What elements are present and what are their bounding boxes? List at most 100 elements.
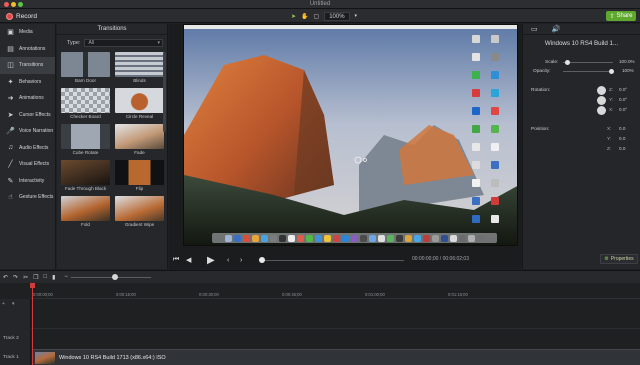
desktop-file-icon[interactable]	[472, 143, 480, 151]
desktop-file-icon[interactable]	[491, 53, 499, 61]
dock-app-icon[interactable]	[279, 234, 286, 242]
undo-icon[interactable]: ↶	[3, 274, 8, 281]
zoom-level-select[interactable]: 100%	[324, 11, 350, 21]
dock-app-icon[interactable]	[369, 234, 376, 242]
transition-checker-board[interactable]: Checker Board	[61, 88, 110, 119]
dock-app-icon[interactable]	[342, 234, 349, 242]
dock-app-icon[interactable]	[378, 234, 385, 242]
position-x-value[interactable]: 0.0	[619, 126, 625, 131]
timeline-zoom-slider[interactable]	[71, 277, 151, 278]
dock-app-icon[interactable]	[270, 234, 277, 242]
redo-icon[interactable]: ↷	[13, 274, 18, 281]
desktop-app-icon[interactable]	[472, 107, 480, 115]
dock-app-icon[interactable]	[459, 234, 466, 242]
desktop-file-icon[interactable]	[491, 35, 499, 43]
step-back-icon[interactable]: ⏮	[173, 255, 179, 265]
transition-blinds[interactable]: Blinds	[115, 52, 164, 83]
rotation-z-value[interactable]: 0.0°	[619, 87, 627, 92]
time-ruler[interactable]: 0:00:00;00 0:00:15;00 0:00:30;00 0:00:45…	[31, 283, 640, 299]
desktop-app-icon[interactable]	[491, 125, 499, 133]
opacity-value[interactable]: 100%	[622, 68, 634, 73]
position-z-value[interactable]: 0.0	[619, 146, 625, 151]
scale-value[interactable]: 100.0%	[619, 59, 635, 64]
track-options-icon[interactable]: ▾	[12, 301, 15, 307]
chevron-down-icon[interactable]: ▾	[355, 13, 358, 19]
track-label[interactable]: Track 2	[3, 336, 19, 341]
desktop-file-icon[interactable]	[491, 179, 499, 187]
dock-app-icon[interactable]	[333, 234, 340, 242]
paste-icon[interactable]: □	[43, 274, 47, 280]
properties-button[interactable]: ⚙ Properties	[600, 254, 638, 264]
rotation-y-value[interactable]: 0.0°	[619, 97, 627, 102]
dock-app-icon[interactable]	[450, 234, 457, 242]
dock-app-icon[interactable]	[405, 234, 412, 242]
dock-app-icon[interactable]	[288, 234, 295, 242]
dock-app-icon[interactable]	[324, 234, 331, 242]
dock-app-icon[interactable]	[477, 234, 484, 242]
dock-app-icon[interactable]	[261, 234, 268, 242]
rotation-x-dial[interactable]	[597, 106, 606, 115]
dock-app-icon[interactable]	[252, 234, 259, 242]
dock-app-icon[interactable]	[351, 234, 358, 242]
sidebar-item-interactivity[interactable]: ✎ Interactivity	[0, 173, 55, 190]
copy-icon[interactable]: ❐	[33, 274, 38, 281]
add-track-icon[interactable]: +	[2, 301, 5, 307]
visual-properties-tab-icon[interactable]: ▭	[531, 25, 538, 33]
dock-app-icon[interactable]	[414, 234, 421, 242]
selection-handle[interactable]	[354, 155, 368, 165]
desktop-file-icon[interactable]	[472, 35, 480, 43]
transition-cube-rotate[interactable]: Cube Rotate	[61, 124, 110, 155]
scale-slider-track[interactable]	[563, 62, 613, 63]
pan-tool-icon[interactable]: ✋	[301, 13, 308, 20]
desktop-app-icon[interactable]	[491, 89, 499, 97]
sidebar-item-cursor-effects[interactable]: ➤ Cursor Effects	[0, 107, 55, 124]
dock-app-icon[interactable]	[441, 234, 448, 242]
transition-flip[interactable]: Flip	[115, 160, 164, 191]
scale-slider-knob[interactable]	[565, 60, 570, 65]
rotation-y-dial[interactable]	[597, 96, 606, 105]
sidebar-item-transitions[interactable]: ◫ Transitions	[0, 57, 55, 74]
zoom-out-icon[interactable]: −	[64, 274, 68, 280]
rewind-icon[interactable]: ◀	[186, 255, 191, 265]
transition-circle-reveal[interactable]: Circle Reveal	[115, 88, 164, 119]
previous-frame-icon[interactable]: ‹	[227, 255, 229, 265]
dock-app-icon[interactable]	[423, 234, 430, 242]
play-button[interactable]: ▶	[207, 255, 215, 266]
dock-app-icon[interactable]	[315, 234, 322, 242]
desktop-file-icon[interactable]	[491, 143, 499, 151]
desktop-folder-icon[interactable]	[491, 161, 499, 169]
transition-fade-through-black[interactable]: Fade Through Black	[61, 160, 110, 191]
sidebar-item-media[interactable]: ▣ Media	[0, 24, 55, 41]
dock-app-icon[interactable]	[387, 234, 394, 242]
transition-barn-door[interactable]: Barn Door	[61, 52, 110, 83]
dock-app-icon[interactable]	[306, 234, 313, 242]
share-button[interactable]: ⇧ Share	[606, 11, 636, 21]
dock-app-icon[interactable]	[468, 234, 475, 242]
audio-properties-tab-icon[interactable]: 🔊	[552, 25, 561, 33]
desktop-app-icon[interactable]	[472, 71, 480, 79]
sidebar-item-annotations[interactable]: ▤ Annotations	[0, 41, 55, 58]
opacity-slider-knob[interactable]	[609, 69, 614, 74]
dock-app-icon[interactable]	[225, 234, 232, 242]
desktop-file-icon[interactable]	[472, 161, 480, 169]
transition-gradient-wipe[interactable]: Gradient Wipe	[115, 196, 164, 227]
split-icon[interactable]: ▮	[52, 274, 55, 281]
sidebar-item-voice-narration[interactable]: 🎤 Voice Narration	[0, 123, 55, 140]
desktop-app-icon[interactable]	[472, 89, 480, 97]
next-frame-icon[interactable]: ›	[240, 255, 242, 265]
dock-app-icon[interactable]	[234, 234, 241, 242]
rotation-z-dial[interactable]	[597, 86, 606, 95]
crop-tool-icon[interactable]: ▢	[314, 13, 320, 20]
sidebar-item-audio-effects[interactable]: ♫ Audio Effects	[0, 140, 55, 157]
media-clip[interactable]: Windows 10 RS4 Build 1713 (x86.x64:) ISO	[32, 349, 640, 365]
cut-icon[interactable]: ✂	[23, 274, 28, 281]
desktop-file-icon[interactable]	[491, 215, 499, 223]
record-button[interactable]: Record	[6, 11, 37, 21]
desktop-folder-icon[interactable]	[472, 215, 480, 223]
position-y-value[interactable]: 0.0	[619, 136, 625, 141]
playhead[interactable]	[32, 283, 33, 365]
desktop-app-icon[interactable]	[472, 125, 480, 133]
desktop-app-icon[interactable]	[491, 107, 499, 115]
transitions-scrollbar[interactable]	[163, 52, 166, 132]
type-select[interactable]: All	[84, 38, 163, 47]
